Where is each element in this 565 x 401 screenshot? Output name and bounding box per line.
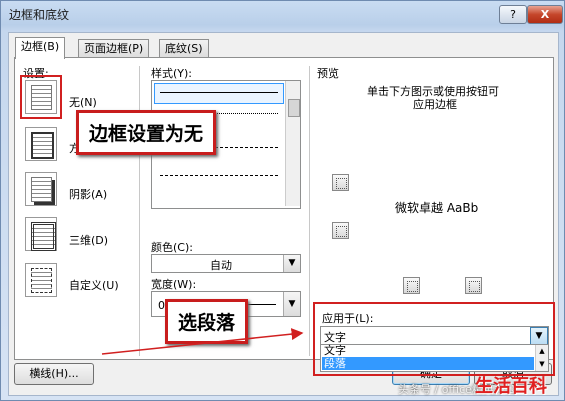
tab-borders[interactable]: 边框(B) xyxy=(15,37,66,59)
highlight-apply-to xyxy=(313,302,555,376)
arrow-to-paragraph xyxy=(101,328,304,355)
